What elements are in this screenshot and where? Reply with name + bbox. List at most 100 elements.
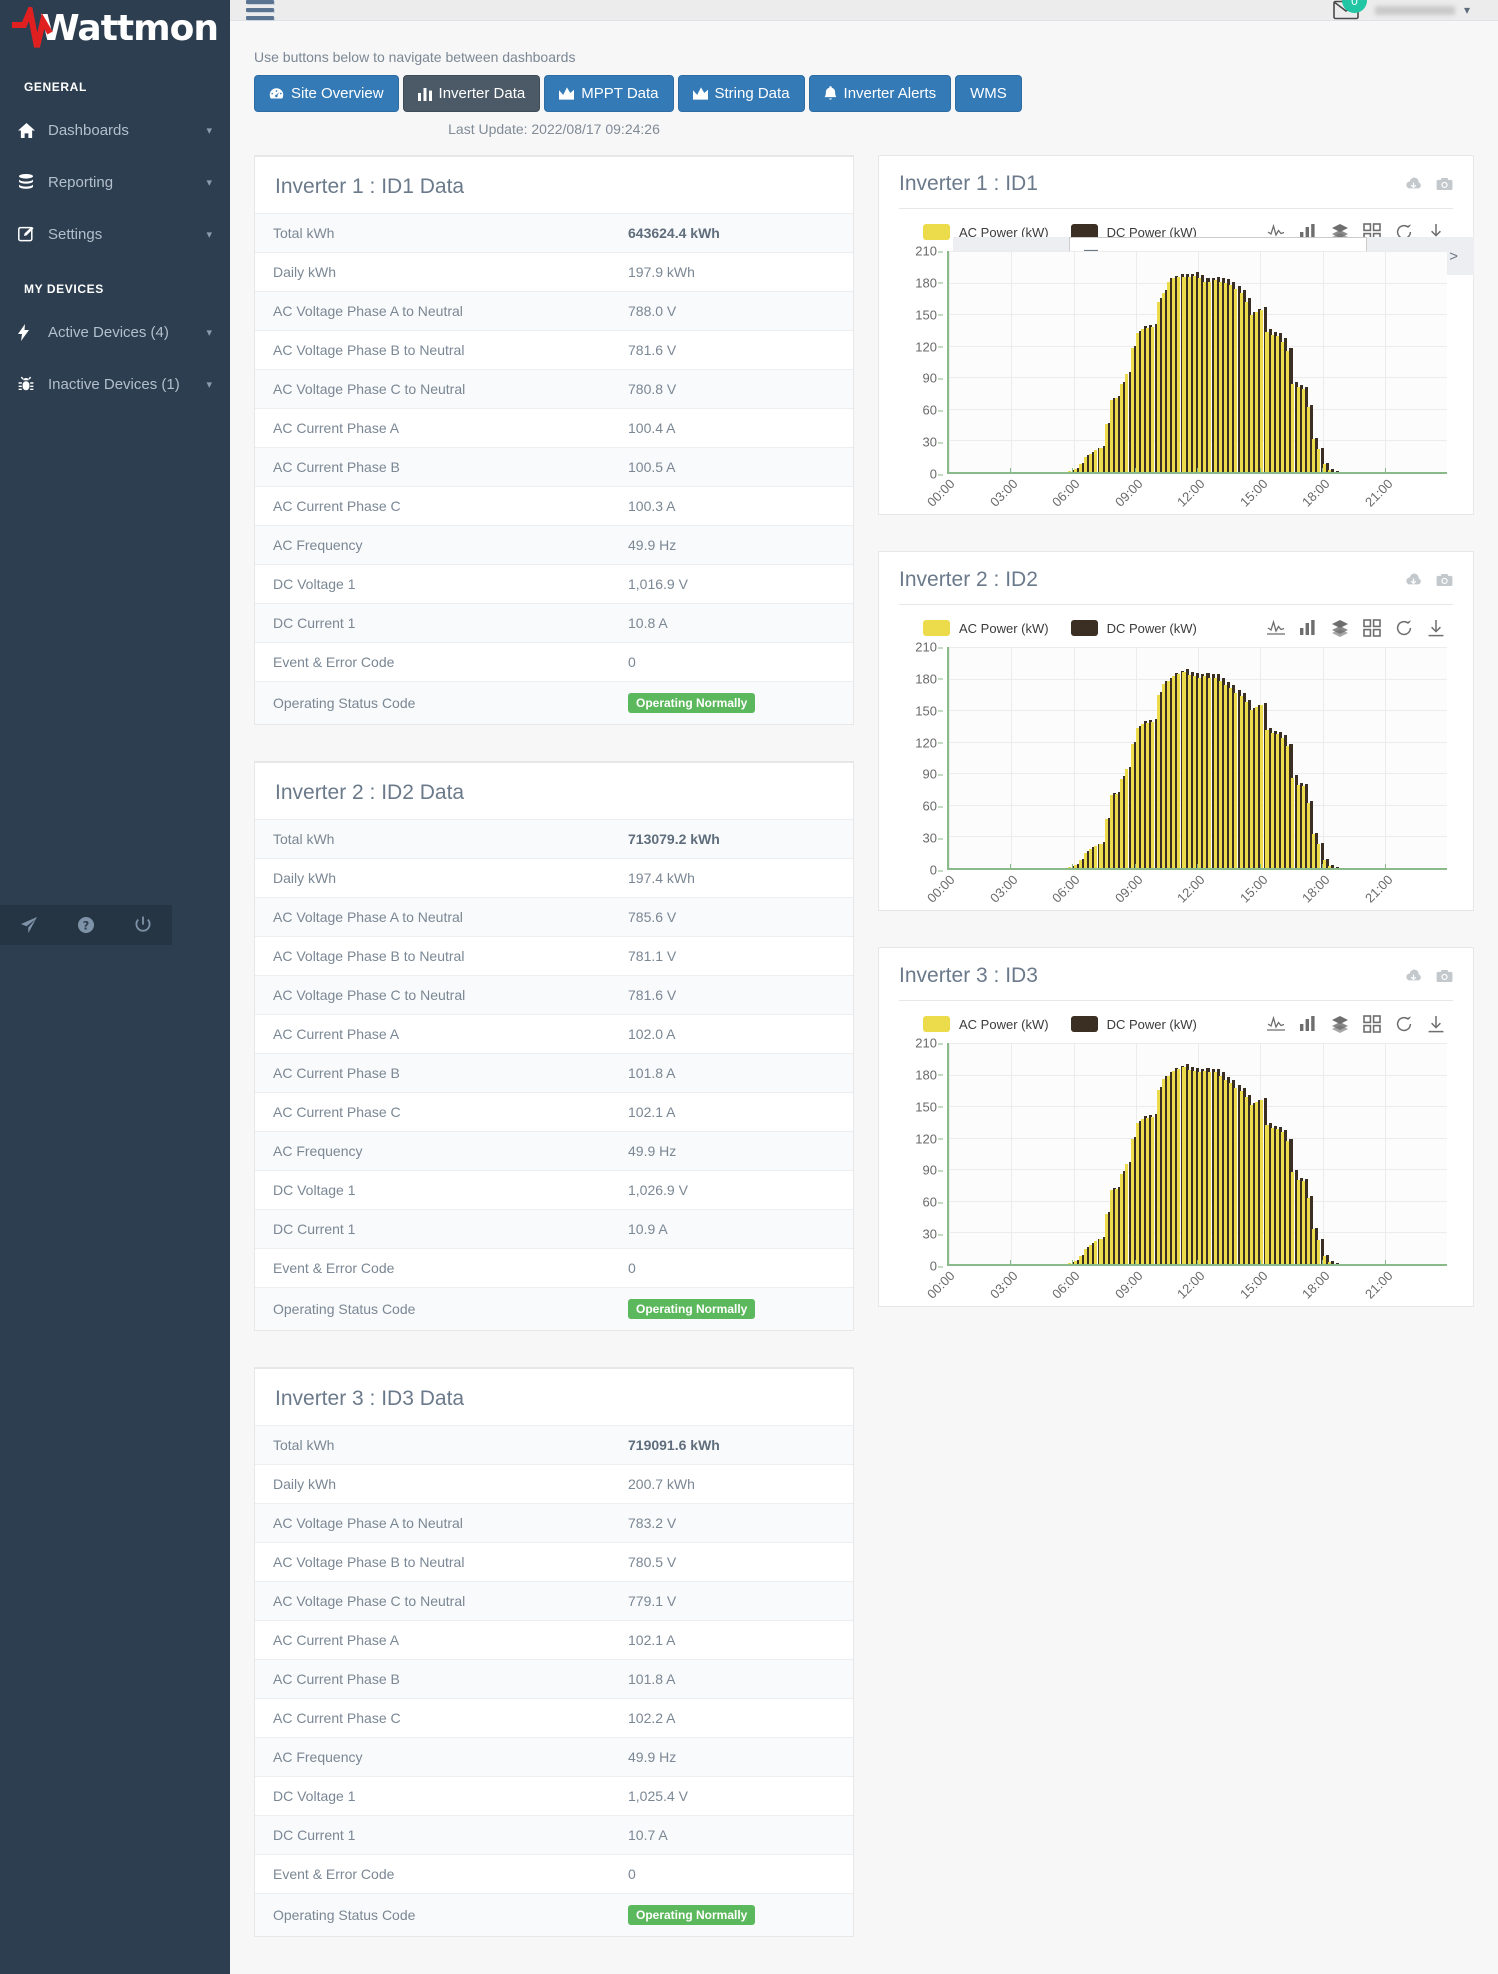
brand-logo[interactable]: Wattmon: [0, 0, 230, 58]
legend-label: AC Power (kW): [959, 1016, 1049, 1032]
table-row: AC Voltage Phase B to Neutral 781.6 V: [255, 330, 853, 370]
legend-item[interactable]: AC Power (kW): [923, 1016, 1049, 1032]
chart-panel-title: Inverter 2 : ID2: [899, 568, 1038, 591]
table-row: AC Current Phase A 102.1 A: [255, 1620, 853, 1660]
x-axis-tick: [1197, 864, 1198, 869]
sidebar-item-active-devices[interactable]: Active Devices (4) ▾: [0, 306, 230, 358]
legend-label: AC Power (kW): [959, 620, 1049, 636]
cloud-download-icon[interactable]: [1405, 573, 1422, 587]
download-icon[interactable]: [1427, 619, 1445, 637]
metric-label: AC Voltage Phase C to Neutral: [273, 381, 466, 397]
help-icon[interactable]: ?: [77, 916, 95, 934]
camera-icon[interactable]: [1436, 573, 1453, 587]
y-axis-tick-label: 90: [922, 370, 944, 386]
x-axis-tick-label: 21:00: [1361, 476, 1396, 510]
x-axis-tick-label: 18:00: [1298, 1268, 1333, 1302]
table-row: AC Current Phase B 101.8 A: [255, 1659, 853, 1699]
sidebar: Wattmon GENERAL Dashboards ▾ Reporting ▾…: [0, 0, 230, 1974]
table-row: Event & Error Code 0: [255, 1248, 853, 1288]
dashboard-nav-buttons: Site Overview Inverter Data MPPT Data St…: [254, 75, 1498, 112]
y-axis: 0 30 60 90 120 150 180 210: [903, 640, 944, 878]
x-axis-tick-label: 15:00: [1236, 1268, 1271, 1302]
cloud-download-icon[interactable]: [1405, 969, 1422, 983]
metric-value: Operating Normally: [610, 682, 853, 725]
y-axis: 0 30 60 90 120 150 180 210: [903, 1036, 944, 1274]
table-row: Total kWh 719091.6 kWh: [255, 1425, 853, 1465]
refresh-icon[interactable]: [1395, 619, 1413, 637]
nav-button-inverter-data[interactable]: Inverter Data: [402, 75, 541, 112]
sidebar-item-dashboards[interactable]: Dashboards ▾: [0, 104, 230, 156]
metric-label: Operating Status Code: [273, 1301, 416, 1317]
legend-item[interactable]: DC Power (kW): [1070, 1016, 1197, 1032]
sidebar-item-inactive-devices[interactable]: Inactive Devices (1) ▾: [0, 358, 230, 410]
nav-button-label: Site Overview: [291, 85, 384, 102]
sidebar-item-settings[interactable]: Settings ▾: [0, 208, 230, 260]
legend-item[interactable]: AC Power (kW): [923, 620, 1049, 636]
metric-value: 1,016.9 V: [628, 576, 688, 592]
bar-chart-icon[interactable]: [1299, 1015, 1317, 1033]
metric-label: Event & Error Code: [273, 654, 395, 670]
chart-panel-actions: [1405, 177, 1453, 191]
grid-icon[interactable]: [1363, 1015, 1381, 1033]
stacked-icon[interactable]: [1331, 619, 1349, 637]
download-icon[interactable]: [1427, 1015, 1445, 1033]
x-axis-tick-label: 15:00: [1236, 872, 1271, 906]
nav-button-mppt-data[interactable]: MPPT Data: [544, 75, 674, 112]
line-chart-icon[interactable]: [1267, 1015, 1285, 1033]
sidebar-item-reporting[interactable]: Reporting ▾: [0, 156, 230, 208]
messages-button[interactable]: 0: [1333, 0, 1367, 20]
table-row: Event & Error Code 0: [255, 642, 853, 682]
x-axis-tick: [1384, 468, 1386, 473]
x-axis-tick: [1322, 468, 1323, 473]
metric-value: 643624.4 kWh: [628, 225, 720, 241]
camera-icon[interactable]: [1436, 177, 1453, 191]
metric-value: 197.9 kWh: [628, 264, 695, 280]
line-chart-icon[interactable]: [1267, 619, 1285, 637]
menu-toggle-button[interactable]: [246, 0, 274, 20]
x-axis-tick: [1072, 864, 1073, 869]
bar-chart-icon[interactable]: [1299, 619, 1317, 637]
chevron-down-icon: ▾: [206, 326, 212, 339]
user-menu-button[interactable]: ▾: [1374, 3, 1470, 17]
x-axis: 00:00 03:00 06:00 09:00 12:00 15:00 18:00 21:00: [924, 1260, 1447, 1302]
chart-panel-header: Inverter 2 : ID2: [879, 552, 1473, 604]
chart-panel-actions: [1405, 969, 1453, 983]
paper-plane-icon[interactable]: [20, 916, 38, 934]
legend-item[interactable]: DC Power (kW): [1070, 620, 1197, 636]
x-axis-tick: [947, 864, 948, 869]
y-axis-tick-label: 30: [922, 434, 944, 450]
x-axis-tick: [1134, 1260, 1136, 1265]
bar-dc-power: [1330, 468, 1335, 472]
y-axis-tick-label: 0: [929, 1258, 944, 1274]
nav-button-string-data[interactable]: String Data: [677, 75, 805, 112]
database-icon: [18, 174, 44, 190]
x-axis-tick-label: 12:00: [1173, 476, 1208, 510]
stacked-icon[interactable]: [1331, 1015, 1349, 1033]
x-axis-tick-label: 21:00: [1361, 872, 1396, 906]
inverter-chart-panel: Inverter 3 : ID3 AC Power (kW) DC Power (k…: [878, 947, 1474, 1307]
metric-value: 1,025.4 V: [628, 1788, 688, 1804]
tables-column: Inverter 1 : ID1 Data Total kWh 643624.4 k…: [254, 155, 854, 1973]
refresh-icon[interactable]: [1395, 1015, 1413, 1033]
inverter-data-panel: Inverter 2 : ID2 Data Total kWh 713079.2 k…: [254, 761, 854, 1331]
edit-icon: [18, 226, 44, 242]
camera-icon[interactable]: [1436, 969, 1453, 983]
metric-label: Total kWh: [273, 831, 335, 847]
table-row: AC Current Phase A 100.4 A: [255, 408, 853, 448]
table-row: DC Current 1 10.9 A: [255, 1209, 853, 1249]
y-axis-tick-label: 30: [922, 830, 944, 846]
table-row: Daily kWh 197.9 kWh: [255, 252, 853, 292]
x-axis-tick: [1009, 1260, 1011, 1265]
inverter-data-table: Total kWh 719091.6 kWh Daily kWh 200.7 kWh A…: [255, 1425, 853, 1936]
nav-button-site-overview[interactable]: Site Overview: [254, 75, 399, 112]
y-axis-tick-label: 120: [915, 735, 943, 751]
power-icon[interactable]: [134, 916, 152, 934]
cloud-download-icon[interactable]: [1405, 177, 1422, 191]
nav-button-label: String Data: [714, 85, 790, 102]
grid-icon[interactable]: [1363, 619, 1381, 637]
nav-button-wms[interactable]: WMS: [955, 75, 1022, 112]
metric-label: AC Current Phase A: [273, 1632, 400, 1648]
nav-button-inverter-alerts[interactable]: Inverter Alerts: [808, 75, 952, 112]
y-axis-tick-label: 180: [915, 1067, 943, 1083]
panel-title: Inverter 3 : ID3 Data: [275, 1387, 465, 1410]
